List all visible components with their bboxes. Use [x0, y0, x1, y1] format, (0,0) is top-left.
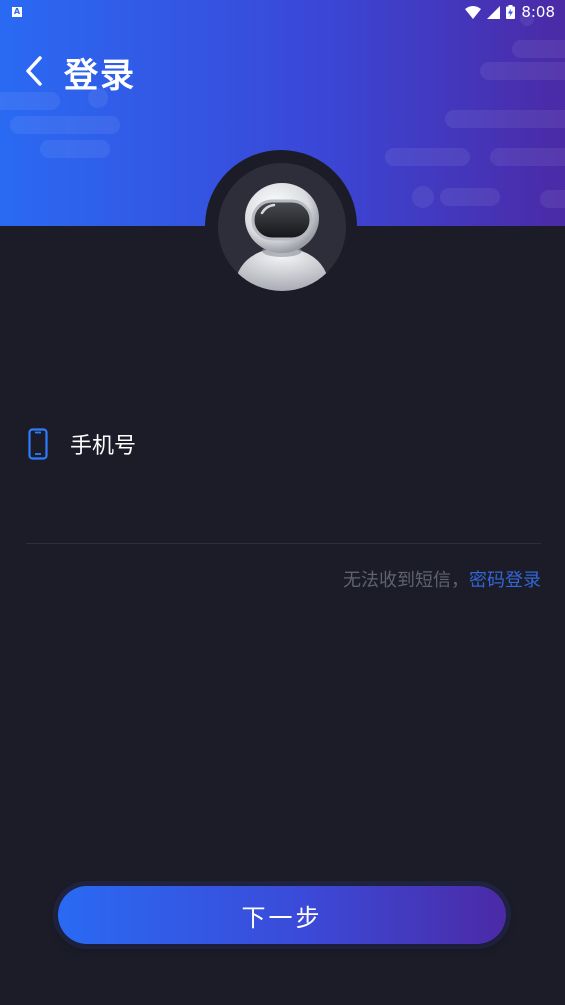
sms-help-text: 无法收到短信， [343, 570, 469, 591]
page-title: 登录 [64, 56, 136, 96]
phone-divider [26, 543, 541, 544]
avatar [218, 163, 346, 291]
status-bar: A 8:08 [0, 0, 565, 24]
phone-input[interactable] [26, 470, 541, 530]
phone-label: 手机号 [70, 434, 137, 459]
phone-label-row: 手机号 [28, 428, 136, 460]
wifi-icon [465, 5, 482, 19]
password-login-link[interactable]: 密码登录 [469, 570, 541, 591]
phone-icon [28, 428, 48, 460]
status-time: 8:08 [521, 3, 555, 21]
signal-icon [487, 5, 501, 19]
back-button[interactable] [18, 54, 50, 88]
astronaut-icon [234, 183, 330, 291]
chevron-left-icon [26, 56, 42, 86]
sms-help: 无法收到短信，密码登录 [343, 566, 541, 592]
a-square-icon: A [12, 7, 22, 17]
next-button[interactable]: 下一步 [58, 886, 506, 944]
battery-icon [506, 5, 516, 19]
